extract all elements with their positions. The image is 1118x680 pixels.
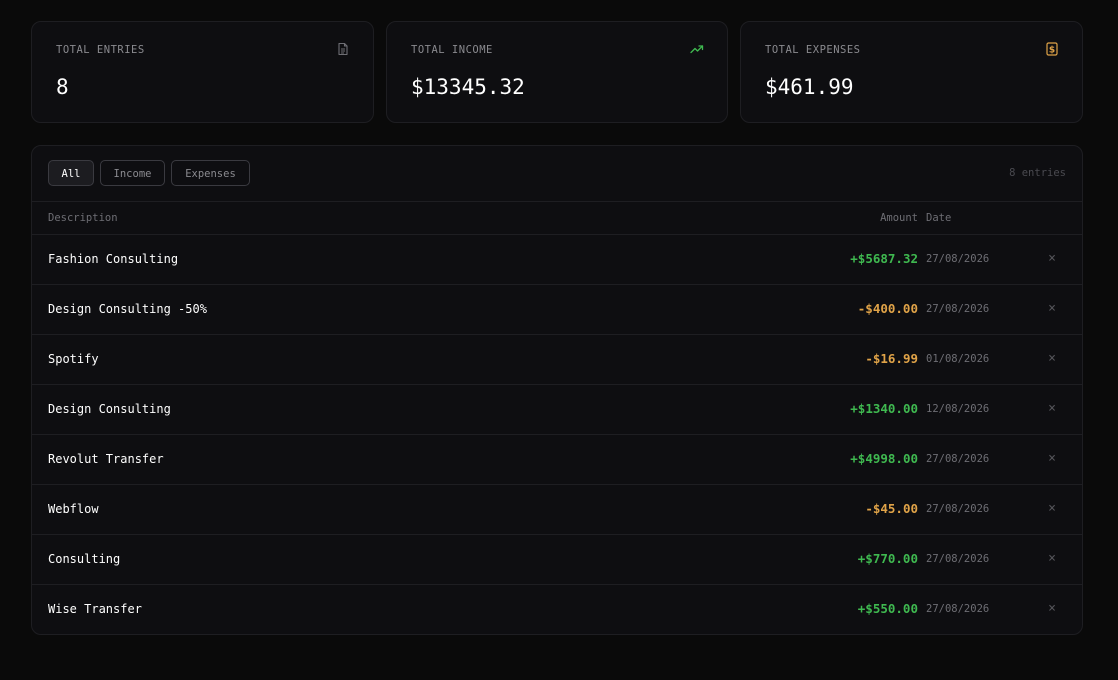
table-row: Webflow -$45.00 27/08/2026 × [32, 485, 1082, 535]
total-expenses-label: TOTAL EXPENSES [765, 44, 861, 56]
row-date: 01/08/2026 [926, 353, 990, 365]
table-header: Description Amount Date [32, 201, 1082, 235]
filter-income-button[interactable]: Income [100, 160, 165, 186]
row-description: Webflow [48, 502, 99, 516]
delete-icon[interactable]: × [1048, 601, 1056, 616]
row-description: Design Consulting [48, 402, 171, 416]
dollar-receipt-icon: $ [1046, 42, 1058, 56]
row-date: 27/08/2026 [926, 553, 990, 565]
row-amount: +$770.00 [857, 551, 918, 566]
trending-up-icon [690, 45, 704, 54]
column-date: Date [926, 212, 952, 224]
total-expenses-card: TOTAL EXPENSES $ $461.99 [740, 21, 1083, 123]
total-income-card: TOTAL INCOME $13345.32 [386, 21, 728, 123]
delete-icon[interactable]: × [1048, 301, 1056, 316]
row-amount: +$1340.00 [850, 401, 918, 416]
total-income-value: $13345.32 [411, 75, 525, 99]
table-row: Consulting +$770.00 27/08/2026 × [32, 535, 1082, 585]
row-description: Consulting [48, 552, 121, 566]
total-entries-label: TOTAL ENTRIES [56, 44, 145, 56]
delete-icon[interactable]: × [1048, 401, 1056, 416]
svg-text:$: $ [1049, 46, 1055, 56]
row-amount: -$45.00 [865, 501, 918, 516]
table-row: Fashion Consulting +$5687.32 27/08/2026 … [32, 235, 1082, 285]
row-description: Revolut Transfer [48, 452, 164, 466]
total-expenses-value: $461.99 [765, 75, 854, 99]
column-amount: Amount [880, 212, 918, 224]
row-amount: -$400.00 [857, 301, 918, 316]
row-description: Fashion Consulting [48, 252, 179, 266]
table-row: Design Consulting +$1340.00 12/08/2026 × [32, 385, 1082, 435]
delete-icon[interactable]: × [1048, 451, 1056, 466]
filter-all-button[interactable]: All [48, 160, 94, 186]
delete-icon[interactable]: × [1048, 251, 1056, 266]
table-row: Design Consulting -50% -$400.00 27/08/20… [32, 285, 1082, 335]
table-body: Fashion Consulting +$5687.32 27/08/2026 … [32, 235, 1082, 634]
delete-icon[interactable]: × [1048, 551, 1056, 566]
row-description: Wise Transfer [48, 602, 142, 616]
total-income-label: TOTAL INCOME [411, 44, 493, 56]
row-date: 27/08/2026 [926, 453, 990, 465]
total-entries-value: 8 [56, 75, 69, 99]
document-icon [338, 42, 348, 56]
table-row: Revolut Transfer +$4998.00 27/08/2026 × [32, 435, 1082, 485]
row-date: 27/08/2026 [926, 503, 990, 515]
row-amount: +$5687.32 [850, 251, 918, 266]
table-row: Wise Transfer +$550.00 27/08/2026 × [32, 585, 1082, 634]
table-row: Spotify -$16.99 01/08/2026 × [32, 335, 1082, 385]
delete-icon[interactable]: × [1048, 351, 1056, 366]
entries-table: All Income Expenses 8 entries Descriptio… [31, 145, 1083, 635]
row-description: Spotify [48, 352, 99, 366]
delete-icon[interactable]: × [1048, 501, 1056, 516]
row-description: Design Consulting -50% [48, 302, 207, 316]
row-date: 27/08/2026 [926, 603, 990, 615]
entry-count: 8 entries [1009, 167, 1066, 179]
stats-row: TOTAL ENTRIES 8 TOTAL INCOME $13345.32 T… [31, 21, 1083, 125]
row-date: 12/08/2026 [926, 403, 990, 415]
column-description: Description [48, 212, 118, 224]
filter-expenses-button[interactable]: Expenses [171, 160, 250, 186]
total-entries-card: TOTAL ENTRIES 8 [31, 21, 374, 123]
row-amount: -$16.99 [865, 351, 918, 366]
row-date: 27/08/2026 [926, 253, 990, 265]
row-date: 27/08/2026 [926, 303, 990, 315]
row-amount: +$4998.00 [850, 451, 918, 466]
row-amount: +$550.00 [857, 601, 918, 616]
